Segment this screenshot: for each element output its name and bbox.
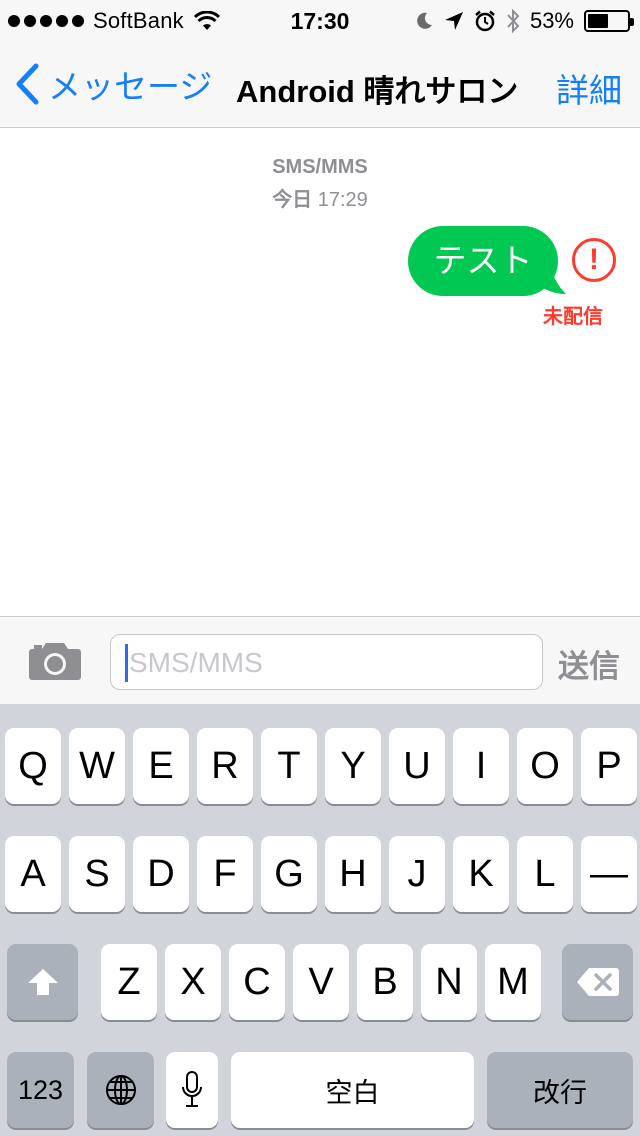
camera-icon[interactable] bbox=[28, 641, 82, 681]
key-g[interactable]: G bbox=[261, 836, 317, 912]
battery-percent: 53% bbox=[529, 8, 574, 33]
shift-arrow-icon bbox=[27, 969, 58, 995]
key-i[interactable]: I bbox=[453, 728, 509, 804]
timestamp-time: 17:29 bbox=[317, 189, 368, 211]
chevron-left-icon bbox=[16, 63, 39, 105]
key-d[interactable]: D bbox=[133, 836, 189, 912]
keyboard: Q W E R T Y U I O P A S D F G H J K L — … bbox=[0, 704, 640, 1136]
alarm-icon bbox=[475, 10, 495, 32]
back-button[interactable]: メッセージ bbox=[14, 62, 212, 106]
dictation-key[interactable] bbox=[166, 1052, 218, 1128]
key-u[interactable]: U bbox=[389, 728, 445, 804]
conversation-header: SMS/MMS 今日 17:29 bbox=[0, 156, 640, 212]
back-button-label: メッセージ bbox=[48, 68, 213, 105]
text-caret bbox=[125, 644, 128, 682]
key-v[interactable]: V bbox=[293, 944, 349, 1020]
numbers-key[interactable]: 123 bbox=[7, 1052, 74, 1128]
key-n[interactable]: N bbox=[421, 944, 477, 1020]
key-l[interactable]: L bbox=[517, 836, 573, 912]
key-h[interactable]: H bbox=[325, 836, 381, 912]
service-label: SMS/MMS bbox=[272, 156, 368, 178]
location-arrow-icon bbox=[444, 12, 463, 30]
key-t[interactable]: T bbox=[261, 728, 317, 804]
message-input-bar: SMS/MMS 送信 bbox=[0, 616, 640, 704]
battery-level bbox=[588, 14, 608, 28]
key-x[interactable]: X bbox=[165, 944, 221, 1020]
globe-key[interactable] bbox=[87, 1052, 154, 1128]
key-q[interactable]: Q bbox=[5, 728, 61, 804]
message-input[interactable]: SMS/MMS bbox=[110, 634, 543, 690]
message-bubble[interactable]: テスト bbox=[408, 226, 558, 296]
key-e[interactable]: E bbox=[133, 728, 189, 804]
key-b[interactable]: B bbox=[357, 944, 413, 1020]
send-button[interactable]: 送信 bbox=[558, 641, 620, 686]
status-bar: SoftBank 17:30 53% bbox=[0, 0, 640, 40]
exclamation-icon[interactable]: ! bbox=[572, 238, 616, 282]
message-input-placeholder: SMS/MMS bbox=[129, 647, 263, 678]
moon-icon bbox=[417, 12, 432, 29]
key-m[interactable]: M bbox=[485, 944, 541, 1020]
key-dash[interactable]: — bbox=[581, 836, 637, 912]
key-w[interactable]: W bbox=[69, 728, 125, 804]
navigation-bar: メッセージ Android 晴れサロン 詳細 bbox=[0, 40, 640, 128]
key-y[interactable]: Y bbox=[325, 728, 381, 804]
key-z[interactable]: Z bbox=[101, 944, 157, 1020]
microphone-icon bbox=[182, 1071, 202, 1107]
timestamp-day: 今日 bbox=[272, 189, 313, 211]
message-timestamp: 今日 17:29 bbox=[0, 183, 640, 212]
key-k[interactable]: K bbox=[453, 836, 509, 912]
message-status: 未配信 bbox=[543, 306, 603, 328]
delete-key[interactable] bbox=[562, 944, 633, 1020]
key-f[interactable]: F bbox=[197, 836, 253, 912]
key-s[interactable]: S bbox=[69, 836, 125, 912]
details-button[interactable]: 詳細 bbox=[556, 64, 622, 112]
space-key[interactable]: 空白 bbox=[231, 1052, 474, 1128]
shift-key[interactable] bbox=[7, 944, 78, 1020]
bluetooth-icon bbox=[507, 9, 520, 33]
key-p[interactable]: P bbox=[581, 728, 637, 804]
sent-message[interactable]: テスト bbox=[408, 226, 568, 298]
key-c[interactable]: C bbox=[229, 944, 285, 1020]
globe-icon bbox=[105, 1075, 136, 1105]
key-o[interactable]: O bbox=[517, 728, 573, 804]
key-r[interactable]: R bbox=[197, 728, 253, 804]
battery-icon bbox=[584, 10, 634, 32]
return-key[interactable]: 改行 bbox=[487, 1052, 633, 1128]
key-j[interactable]: J bbox=[389, 836, 445, 912]
backspace-icon bbox=[576, 968, 619, 996]
key-a[interactable]: A bbox=[5, 836, 61, 912]
top-bar: SoftBank 17:30 53% メッセージ Android 晴れサロン 詳… bbox=[0, 0, 640, 128]
conversation-title: Android 晴れサロン bbox=[236, 74, 519, 109]
status-right: 53% bbox=[414, 8, 634, 34]
